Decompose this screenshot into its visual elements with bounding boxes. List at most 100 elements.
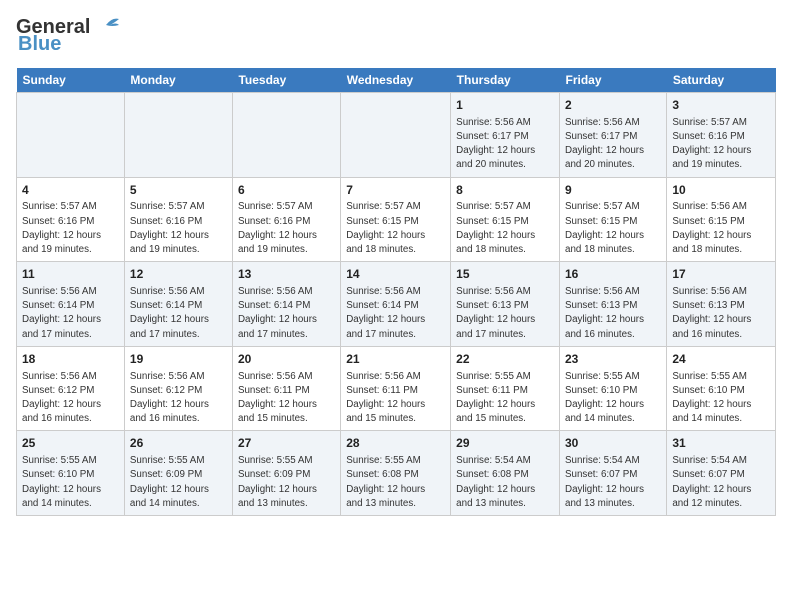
calendar-cell <box>124 93 232 178</box>
day-info: Sunrise: 5:56 AM Sunset: 6:14 PM Dayligh… <box>130 285 227 342</box>
day-number: 27 <box>238 435 335 452</box>
day-info: Sunrise: 5:55 AM Sunset: 6:11 PM Dayligh… <box>456 370 554 427</box>
day-number: 14 <box>346 266 445 283</box>
calendar-cell: 19 Sunrise: 5:56 AM Sunset: 6:12 PM Dayli… <box>124 346 232 431</box>
day-number: 9 <box>565 182 661 199</box>
calendar-cell: 26 Sunrise: 5:55 AM Sunset: 6:09 PM Dayli… <box>124 431 232 516</box>
calendar-week-row: 4Sunrise: 5:57 AM Sunset: 6:16 PM Daylig… <box>17 177 776 262</box>
day-info: Sunrise: 5:54 AM Sunset: 6:07 PM Dayligh… <box>565 454 661 511</box>
calendar-cell: 2 Sunrise: 5:56 AM Sunset: 6:17 PM Daylig… <box>560 93 667 178</box>
calendar-cell <box>341 93 451 178</box>
day-number: 12 <box>130 266 227 283</box>
day-info: Sunrise: 5:57 AM Sunset: 6:16 PM Dayligh… <box>130 200 227 257</box>
calendar-cell: 10Sunrise: 5:56 AM Sunset: 6:15 PM Dayli… <box>667 177 776 262</box>
day-info: Sunrise: 5:56 AM Sunset: 6:13 PM Dayligh… <box>565 285 661 342</box>
day-number: 6 <box>238 182 335 199</box>
day-info: Sunrise: 5:56 AM Sunset: 6:12 PM Dayligh… <box>130 370 227 427</box>
column-header-saturday: Saturday <box>667 68 776 93</box>
day-info: Sunrise: 5:57 AM Sunset: 6:15 PM Dayligh… <box>456 200 554 257</box>
day-number: 18 <box>22 351 119 368</box>
day-number: 2 <box>565 97 661 114</box>
day-info: Sunrise: 5:57 AM Sunset: 6:16 PM Dayligh… <box>22 200 119 257</box>
calendar-cell: 1Sunrise: 5:56 AM Sunset: 6:17 PM Daylig… <box>451 93 560 178</box>
calendar-week-row: 1Sunrise: 5:56 AM Sunset: 6:17 PM Daylig… <box>17 93 776 178</box>
day-number: 20 <box>238 351 335 368</box>
calendar-cell: 8Sunrise: 5:57 AM Sunset: 6:15 PM Daylig… <box>451 177 560 262</box>
column-header-tuesday: Tuesday <box>232 68 340 93</box>
day-number: 22 <box>456 351 554 368</box>
calendar-cell: 5Sunrise: 5:57 AM Sunset: 6:16 PM Daylig… <box>124 177 232 262</box>
day-number: 29 <box>456 435 554 452</box>
calendar-cell: 3 Sunrise: 5:57 AM Sunset: 6:16 PM Daylig… <box>667 93 776 178</box>
day-number: 16 <box>565 266 661 283</box>
calendar-cell: 13Sunrise: 5:56 AM Sunset: 6:14 PM Dayli… <box>232 262 340 347</box>
day-info: Sunrise: 5:55 AM Sunset: 6:08 PM Dayligh… <box>346 454 445 511</box>
day-number: 3 <box>672 97 770 114</box>
day-info: Sunrise: 5:56 AM Sunset: 6:13 PM Dayligh… <box>672 285 770 342</box>
page-header: General Blue <box>16 16 776 56</box>
day-info: Sunrise: 5:56 AM Sunset: 6:11 PM Dayligh… <box>346 370 445 427</box>
calendar-cell: 22 Sunrise: 5:55 AM Sunset: 6:11 PM Dayli… <box>451 346 560 431</box>
column-header-thursday: Thursday <box>451 68 560 93</box>
logo-blue: Blue <box>16 33 61 56</box>
day-number: 25 <box>22 435 119 452</box>
calendar-week-row: 11 Sunrise: 5:56 AM Sunset: 6:14 PM Dayli… <box>17 262 776 347</box>
day-info: Sunrise: 5:55 AM Sunset: 6:09 PM Dayligh… <box>130 454 227 511</box>
calendar-cell: 4Sunrise: 5:57 AM Sunset: 6:16 PM Daylig… <box>17 177 125 262</box>
day-info: Sunrise: 5:57 AM Sunset: 6:15 PM Dayligh… <box>565 200 661 257</box>
calendar-cell: 20Sunrise: 5:56 AM Sunset: 6:11 PM Dayli… <box>232 346 340 431</box>
calendar-cell <box>17 93 125 178</box>
day-info: Sunrise: 5:57 AM Sunset: 6:16 PM Dayligh… <box>672 116 770 173</box>
day-info: Sunrise: 5:56 AM Sunset: 6:14 PM Dayligh… <box>238 285 335 342</box>
day-number: 24 <box>672 351 770 368</box>
calendar-cell: 29Sunrise: 5:54 AM Sunset: 6:08 PM Dayli… <box>451 431 560 516</box>
day-number: 4 <box>22 182 119 199</box>
calendar-cell: 14 Sunrise: 5:56 AM Sunset: 6:14 PM Dayli… <box>341 262 451 347</box>
calendar-cell: 6Sunrise: 5:57 AM Sunset: 6:16 PM Daylig… <box>232 177 340 262</box>
column-header-monday: Monday <box>124 68 232 93</box>
calendar-cell: 11 Sunrise: 5:56 AM Sunset: 6:14 PM Dayli… <box>17 262 125 347</box>
day-info: Sunrise: 5:56 AM Sunset: 6:14 PM Dayligh… <box>346 285 445 342</box>
day-info: Sunrise: 5:55 AM Sunset: 6:10 PM Dayligh… <box>672 370 770 427</box>
day-number: 7 <box>346 182 445 199</box>
day-info: Sunrise: 5:56 AM Sunset: 6:17 PM Dayligh… <box>565 116 661 173</box>
calendar-cell: 25 Sunrise: 5:55 AM Sunset: 6:10 PM Dayli… <box>17 431 125 516</box>
day-number: 26 <box>130 435 227 452</box>
day-number: 31 <box>672 435 770 452</box>
calendar-cell: 18Sunrise: 5:56 AM Sunset: 6:12 PM Dayli… <box>17 346 125 431</box>
day-number: 11 <box>22 266 119 283</box>
calendar-cell: 16 Sunrise: 5:56 AM Sunset: 6:13 PM Dayli… <box>560 262 667 347</box>
day-info: Sunrise: 5:57 AM Sunset: 6:16 PM Dayligh… <box>238 200 335 257</box>
day-info: Sunrise: 5:57 AM Sunset: 6:15 PM Dayligh… <box>346 200 445 257</box>
calendar-table: SundayMondayTuesdayWednesdayThursdayFrid… <box>16 68 776 516</box>
calendar-cell: 28 Sunrise: 5:55 AM Sunset: 6:08 PM Dayli… <box>341 431 451 516</box>
day-number: 8 <box>456 182 554 199</box>
column-header-wednesday: Wednesday <box>341 68 451 93</box>
day-number: 10 <box>672 182 770 199</box>
day-number: 15 <box>456 266 554 283</box>
calendar-cell: 12 Sunrise: 5:56 AM Sunset: 6:14 PM Dayli… <box>124 262 232 347</box>
column-header-sunday: Sunday <box>17 68 125 93</box>
day-number: 19 <box>130 351 227 368</box>
logo: General Blue <box>16 16 120 56</box>
calendar-header-row: SundayMondayTuesdayWednesdayThursdayFrid… <box>17 68 776 93</box>
day-info: Sunrise: 5:54 AM Sunset: 6:07 PM Dayligh… <box>672 454 770 511</box>
day-number: 17 <box>672 266 770 283</box>
logo-bird-icon <box>92 17 120 39</box>
calendar-cell: 30Sunrise: 5:54 AM Sunset: 6:07 PM Dayli… <box>560 431 667 516</box>
day-info: Sunrise: 5:56 AM Sunset: 6:17 PM Dayligh… <box>456 116 554 173</box>
calendar-cell: 21Sunrise: 5:56 AM Sunset: 6:11 PM Dayli… <box>341 346 451 431</box>
calendar-cell: 27 Sunrise: 5:55 AM Sunset: 6:09 PM Dayli… <box>232 431 340 516</box>
calendar-cell: 24 Sunrise: 5:55 AM Sunset: 6:10 PM Dayli… <box>667 346 776 431</box>
day-info: Sunrise: 5:55 AM Sunset: 6:09 PM Dayligh… <box>238 454 335 511</box>
calendar-cell: 17 Sunrise: 5:56 AM Sunset: 6:13 PM Dayli… <box>667 262 776 347</box>
calendar-week-row: 18 Sunrise: 5:56 AM Sunset: 6:12 PM Dayli… <box>17 346 776 431</box>
calendar-cell <box>232 93 340 178</box>
day-number: 28 <box>346 435 445 452</box>
calendar-cell: 9Sunrise: 5:57 AM Sunset: 6:15 PM Daylig… <box>560 177 667 262</box>
day-number: 5 <box>130 182 227 199</box>
day-info: Sunrise: 5:55 AM Sunset: 6:10 PM Dayligh… <box>22 454 119 511</box>
day-info: Sunrise: 5:56 AM Sunset: 6:14 PM Dayligh… <box>22 285 119 342</box>
day-info: Sunrise: 5:55 AM Sunset: 6:10 PM Dayligh… <box>565 370 661 427</box>
calendar-cell: 7Sunrise: 5:57 AM Sunset: 6:15 PM Daylig… <box>341 177 451 262</box>
